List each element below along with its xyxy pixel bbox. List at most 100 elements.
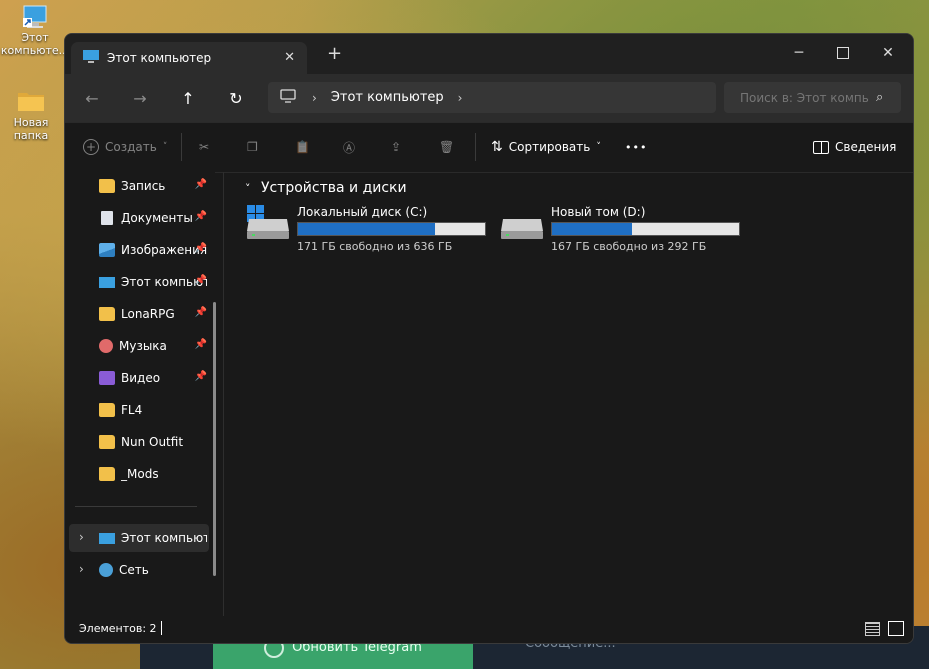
breadcrumb-this-pc[interactable]: Этот компьютер [331,90,444,105]
tab-this-pc[interactable]: Этот компьютер ✕ [71,42,307,74]
search-input[interactable] [738,89,872,106]
sidebar-item-zapis[interactable]: Запись 📌 [69,172,209,200]
pin-icon: 📌 [194,179,207,190]
sidebar-item-lonarpg[interactable]: LonaRPG 📌 [69,300,209,328]
drive-d[interactable]: Новый том (D:) 167 ГБ свободно из 292 ГБ [499,205,749,255]
folder-icon [17,90,45,114]
more-options-button[interactable]: ••• [625,135,647,159]
sidebar-item-network[interactable]: › Сеть [69,556,209,584]
chevron-down-icon: ˅ [162,142,168,152]
pictures-icon [99,243,115,257]
minimize-button[interactable]: ─ [779,40,819,66]
tab-title: Этот компьютер [107,51,212,65]
drive-usage-fill [552,223,633,235]
maximize-button[interactable] [823,40,863,66]
folder-icon [99,467,115,481]
paste-button[interactable]: 📋 [295,135,310,159]
create-button[interactable]: + Создать ˅ [83,135,167,159]
status-bar: Элементов: 2 [65,616,913,643]
documents-icon [101,211,113,225]
sidebar-scrollbar[interactable] [213,302,216,576]
search-icon: ⌕ [876,90,884,105]
copy-button[interactable]: ❐ [247,135,258,159]
details-pane-icon [813,140,829,154]
sidebar-item-mods[interactable]: _Mods [69,460,209,488]
monitor-icon [280,89,296,106]
command-bar: + Создать ˅ ✂ ❐ 📋 Ⓐ ⇪ 🗑 ⇅ Сортировать ˅ … [65,122,913,173]
chevron-right-icon: › [312,90,317,105]
share-icon: ⇪ [391,140,402,154]
rename-icon: Ⓐ [343,140,356,155]
computer-shortcut-icon [21,5,49,29]
rename-button[interactable]: Ⓐ [343,135,355,159]
folder-icon [99,435,115,449]
computer-icon [99,532,115,544]
content-pane: ˅ Устройства и диски Локальный диск (C:)… [225,172,913,616]
tab-close-icon[interactable]: ✕ [284,50,295,65]
address-bar[interactable]: › Этот компьютер › [268,82,716,113]
sort-label: Сортировать [508,140,591,154]
sidebar-item-nun-outfit[interactable]: Nun Outfit [69,428,209,456]
drive-usage-bar [551,222,740,236]
scissors-icon: ✂ [199,140,210,154]
sort-button[interactable]: ⇅ Сортировать ˅ [491,135,601,159]
delete-button[interactable]: 🗑 [439,135,454,159]
sidebar-item-this-pc-pinned[interactable]: Этот компьютер 📌 [69,268,209,296]
drive-usage-fill [298,223,435,235]
group-header-devices[interactable]: ˅ Устройства и диски [245,180,407,196]
details-label: Сведения [835,140,897,154]
new-tab-button[interactable]: + [327,45,342,63]
folder-icon [99,307,115,321]
close-button[interactable]: ✕ [868,40,908,66]
share-button[interactable]: ⇪ [391,135,401,159]
details-view-icon[interactable] [865,622,880,636]
plus-circle-icon: + [83,139,99,155]
sidebar-item-video[interactable]: Видео 📌 [69,364,209,392]
computer-icon [83,49,99,67]
chevron-right-icon[interactable]: › [79,562,84,576]
drive-name: Локальный диск (C:) [297,205,428,219]
up-button[interactable]: ↑ [176,86,200,110]
navigation-bar: ← → ↑ ↻ › Этот компьютер › ⌕ [65,74,913,122]
back-button[interactable]: ← [80,86,104,110]
copy-icon: ❐ [247,140,258,154]
search-box[interactable]: ⌕ [724,82,901,113]
sidebar-item-fl4[interactable]: FL4 [69,396,209,424]
drive-free-text: 171 ГБ свободно из 636 ГБ [297,240,453,253]
music-icon [99,339,113,353]
maximize-icon [837,47,849,59]
tiles-view-icon[interactable] [888,621,904,636]
network-icon [99,563,113,577]
status-caret [161,621,162,635]
chevron-right-icon[interactable]: › [458,91,463,105]
drive-c[interactable]: Локальный диск (C:) 171 ГБ свободно из 6… [245,205,495,255]
cut-button[interactable]: ✂ [199,135,209,159]
sidebar-item-pictures[interactable]: Изображения 📌 [69,236,209,264]
chevron-right-icon[interactable]: › [79,530,84,544]
drive-icon [245,205,291,244]
pane-divider[interactable] [223,172,224,616]
details-button[interactable]: Сведения [813,135,896,159]
toolbar-divider [181,133,182,161]
desktop-icon-new-folder[interactable]: Новая папка [0,90,66,142]
drive-icon [499,205,545,244]
forward-button[interactable]: → [128,86,152,110]
video-icon [99,371,115,385]
clipboard-icon: 📋 [295,140,310,154]
sidebar-separator [75,506,197,507]
sidebar-item-music[interactable]: Музыка 📌 [69,332,209,360]
drive-free-text: 167 ГБ свободно из 292 ГБ [551,240,707,253]
chevron-down-icon: ˅ [245,182,251,195]
pin-icon: 📌 [194,339,207,350]
desktop-icon-label: Новая папка [13,116,49,142]
computer-icon [99,276,115,288]
drive-name: Новый том (D:) [551,205,646,219]
desktop-icon-this-pc[interactable]: Этот компьюте... [0,5,70,57]
item-count: Элементов: 2 [79,622,157,635]
pin-icon: 📌 [194,307,207,318]
sidebar-item-documents[interactable]: Документы 📌 [69,204,209,232]
create-label: Создать [105,140,157,154]
pin-icon: 📌 [194,275,207,286]
sidebar-item-this-pc[interactable]: › Этот компьютер [69,524,209,552]
refresh-button[interactable]: ↻ [224,86,248,110]
